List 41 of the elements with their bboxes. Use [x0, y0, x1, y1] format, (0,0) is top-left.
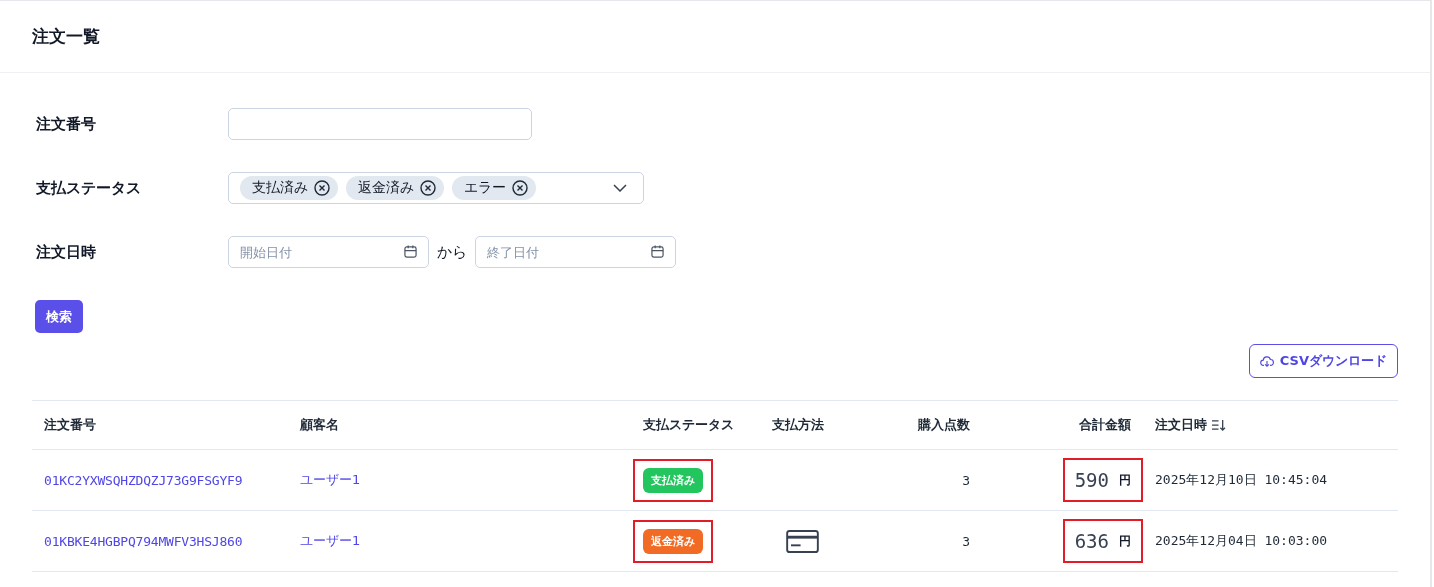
- quantity-cell: 3: [962, 472, 970, 488]
- page-title: 注文一覧: [32, 25, 100, 48]
- order-number-link[interactable]: 01KBKE4HGBPQ794MWFV3HSJ860: [44, 533, 243, 549]
- remove-icon[interactable]: [420, 180, 436, 196]
- status-multiselect[interactable]: 支払済み 返金済み エラー: [228, 172, 644, 204]
- column-header: 支払方法: [772, 416, 824, 434]
- customer-link[interactable]: ユーザー1: [300, 532, 361, 550]
- remove-icon[interactable]: [512, 180, 528, 196]
- quantity-cell: 3: [962, 533, 970, 549]
- calendar-icon: [651, 245, 664, 258]
- column-header: 注文番号: [44, 416, 96, 434]
- cloud-download-icon: [1259, 354, 1274, 368]
- start-date-field[interactable]: 開始日付: [228, 236, 429, 268]
- remove-icon[interactable]: [314, 180, 330, 196]
- order-number-link[interactable]: 01KC2YXWSQHZDQZJ73G9FSGYF9: [44, 472, 243, 488]
- field-label: 注文日時: [36, 242, 97, 262]
- end-date-field[interactable]: 終了日付: [475, 236, 676, 268]
- sort-icon[interactable]: [1211, 418, 1226, 432]
- field-label: 支払ステータス: [36, 178, 142, 198]
- range-separator: から: [437, 242, 467, 262]
- csv-download-button[interactable]: CSVダウンロード: [1248, 344, 1398, 378]
- date-cell: 2025年12月10日 10:45:04: [1155, 471, 1328, 489]
- column-header: 合計金額: [1079, 416, 1131, 434]
- date-cell: 2025年12月04日 10:03:00: [1155, 532, 1328, 550]
- status-chip: 返金済み: [346, 176, 444, 200]
- customer-link[interactable]: ユーザー1: [300, 471, 361, 489]
- status-badge: 支払済み: [643, 467, 703, 493]
- calendar-icon: [404, 245, 417, 258]
- column-header: 支払ステータス: [643, 416, 734, 434]
- field-label: 注文番号: [36, 114, 97, 134]
- status-chip: 支払済み: [240, 176, 338, 200]
- search-button[interactable]: 検索: [35, 300, 83, 333]
- status-chip: エラー: [452, 176, 536, 200]
- order-number-field[interactable]: [228, 108, 532, 140]
- column-header: 顧客名: [300, 416, 339, 434]
- amount-cell: 636 円: [1062, 519, 1143, 563]
- column-header[interactable]: 注文日時: [1155, 416, 1207, 434]
- amount-cell: 590 円: [1062, 458, 1143, 502]
- column-header: 購入点数: [918, 416, 970, 434]
- status-badge: 返金済み: [643, 528, 703, 554]
- chevron-down-icon[interactable]: [613, 184, 627, 192]
